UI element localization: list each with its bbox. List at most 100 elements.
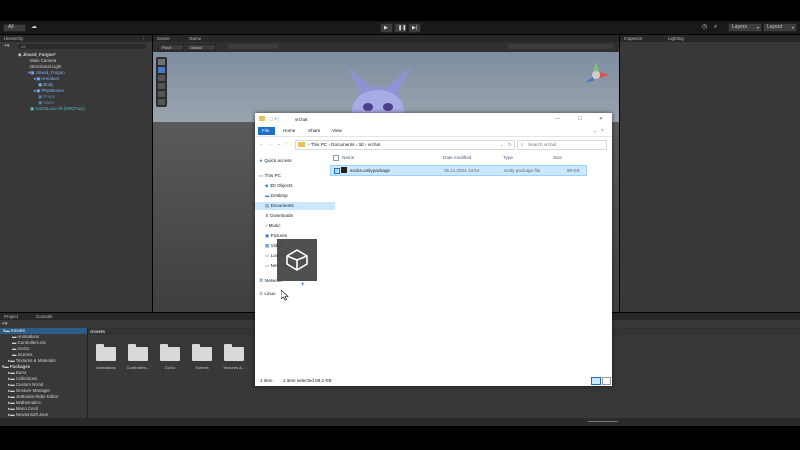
refresh-icon[interactable]: ↻ <box>508 141 512 149</box>
tab-lighting[interactable]: Lighting <box>668 35 684 42</box>
column-header-name[interactable]: Name <box>342 154 354 161</box>
hand-tool-icon[interactable] <box>158 59 165 65</box>
tab-scene[interactable]: Scene <box>157 35 170 42</box>
folder-icon: ▸▬ <box>8 382 16 387</box>
details-view-icon[interactable] <box>591 377 601 385</box>
column-header-size[interactable]: Size <box>553 154 562 161</box>
rotate-tool-icon[interactable] <box>158 75 165 81</box>
add-icon[interactable]: +▾ <box>2 321 7 327</box>
unity-logo-icon <box>286 249 308 271</box>
list-item-label: Jinxed_Furgon <box>35 70 65 75</box>
nav-label: Quick access <box>264 158 292 163</box>
breadcrumb[interactable]: Assets <box>90 328 105 335</box>
nav-music[interactable]: ♪ Music <box>265 222 281 230</box>
zoom-slider[interactable] <box>588 421 618 422</box>
file-list-header: Name Date modified Type Size <box>330 153 605 162</box>
scale-tool-icon[interactable] <box>158 83 165 89</box>
folder-icon: ▸▬ <box>8 412 16 417</box>
tab-view[interactable]: View <box>332 127 342 134</box>
cloud-icon[interactable]: ☁ <box>31 24 41 30</box>
breadcrumb-item[interactable]: This PC <box>311 142 327 147</box>
hierarchy-panel: Hierarchy ⋮ +▾ All ◈ Jinxed_Furgon* Main… <box>0 35 152 312</box>
orientation-gizmo-icon[interactable] <box>581 60 611 90</box>
move-tool-icon[interactable] <box>158 67 165 73</box>
scene-view-options[interactable] <box>508 44 613 49</box>
pivot-dropdown[interactable]: Pivot <box>158 44 184 51</box>
large-icons-view-icon[interactable] <box>602 377 611 385</box>
breadcrumb-item[interactable]: 3d <box>359 142 364 147</box>
nav-quick-access[interactable]: ★ Quick access <box>259 157 292 165</box>
divider <box>87 328 88 418</box>
chevron-down-icon[interactable]: ⌄ <box>593 127 597 134</box>
step-icon: ▶| <box>412 25 418 31</box>
pause-button[interactable]: ❚❚ <box>394 23 407 33</box>
address-bar[interactable]: › This PC › Documents › 3d › vrchat ⌄ ↻ <box>295 140 515 150</box>
close-button[interactable]: ✕ <box>599 115 603 122</box>
history-icon[interactable]: ◷ <box>702 24 710 30</box>
folder-icon[interactable] <box>160 344 180 361</box>
nav-this-pc[interactable]: ▭ This PC <box>259 172 281 180</box>
hierarchy-search-input[interactable]: All <box>18 44 146 49</box>
tree-item-label: Textures & Materials <box>15 358 56 363</box>
layout-dropdown[interactable]: Layout ▾ <box>763 23 797 32</box>
folder-icon[interactable] <box>128 344 148 361</box>
window-title: vrchat <box>295 117 308 122</box>
recent-dropdown-icon[interactable]: ⌄ <box>277 140 281 147</box>
transform-tool-icon[interactable] <box>158 99 165 105</box>
forward-arrow-icon[interactable]: → <box>268 140 273 147</box>
column-header-type[interactable]: Type <box>503 154 513 161</box>
chevron-down-icon[interactable]: ⌄ <box>500 141 504 149</box>
row-checkbox[interactable]: ✓ <box>334 168 340 174</box>
help-icon[interactable]: ? <box>601 127 604 134</box>
maximize-button[interactable]: ☐ <box>578 115 582 122</box>
explorer-search-placeholder: Search vrchat <box>528 142 557 147</box>
hierarchy-header: Hierarchy ⋮ <box>0 35 152 42</box>
folder-icon[interactable] <box>96 344 116 361</box>
add-icon[interactable]: +▾ <box>4 43 9 50</box>
column-header-date[interactable]: Date modified <box>443 154 471 161</box>
folder-icon[interactable] <box>224 344 244 361</box>
account-dropdown[interactable]: All <box>3 24 26 32</box>
back-arrow-icon[interactable]: ← <box>259 140 264 147</box>
minimize-button[interactable]: — <box>555 115 560 122</box>
more-icon[interactable]: ⋮ <box>142 35 147 42</box>
list-item-label: Main Camera <box>30 58 57 63</box>
folder-icon <box>298 142 305 147</box>
folder-icon[interactable] <box>192 344 212 361</box>
global-dropdown[interactable]: Global <box>186 44 216 51</box>
nav-3d-objects[interactable]: ◆ 3D Objects <box>265 182 293 190</box>
tab-home[interactable]: Home <box>283 127 295 134</box>
tab-hierarchy[interactable]: Hierarchy <box>4 35 23 42</box>
search-icon[interactable]: ⌕ <box>714 24 722 30</box>
tab-console[interactable]: Console <box>36 313 53 320</box>
tab-share[interactable]: Share <box>308 127 320 134</box>
grid-snap-tools[interactable] <box>228 44 278 49</box>
prefab-cube-icon: ▾▣ <box>28 70 36 75</box>
step-button[interactable]: ▶| <box>408 23 421 33</box>
select-all-checkbox[interactable] <box>333 155 339 161</box>
inspector-header: Inspector Lighting <box>620 35 800 42</box>
tree-item-label: Mathematics <box>15 400 41 405</box>
nav-linux[interactable]: ♙ Linux <box>259 290 275 298</box>
search-icon: ⌕ <box>521 142 524 147</box>
tab-game[interactable]: Game <box>189 35 201 42</box>
nav-documents[interactable]: ▤ Documents <box>255 202 335 210</box>
breadcrumb-item[interactable]: Documents <box>331 142 354 147</box>
tab-inspector[interactable]: Inspector <box>624 35 643 42</box>
nav-label: This PC <box>264 173 281 178</box>
play-button[interactable]: ▶ <box>380 23 393 33</box>
quick-access-toolbar[interactable]: ▢ ▾ | <box>269 115 279 122</box>
breadcrumb-item[interactable]: vrchat <box>368 142 381 147</box>
nav-desktop[interactable]: ▬ Desktop <box>265 192 288 200</box>
up-arrow-icon[interactable]: ↑ <box>285 140 287 147</box>
tab-project[interactable]: Project <box>4 313 18 320</box>
tab-file[interactable]: File <box>258 127 275 135</box>
rect-tool-icon[interactable] <box>158 91 165 97</box>
chevron-down-icon: ▾ <box>756 25 759 30</box>
grid-item-label: Animations <box>96 365 116 370</box>
table-row[interactable]: ✓ socks.unitypackage 25.11.2024 13:54 Un… <box>330 165 587 176</box>
explorer-search-input[interactable]: ⌕ Search vrchat <box>517 140 607 150</box>
nav-downloads[interactable]: ⬇ Downloads <box>265 212 293 220</box>
layers-dropdown[interactable]: Layers ▾ <box>728 23 762 32</box>
folder-icon: ▸▬ <box>8 406 16 411</box>
